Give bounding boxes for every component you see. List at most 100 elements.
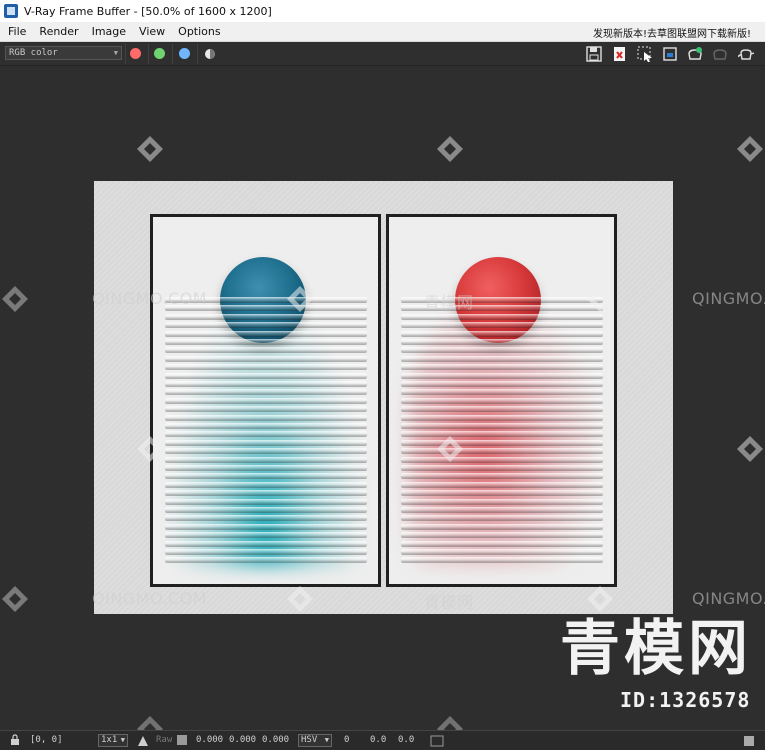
glass-slat — [165, 322, 367, 329]
glass-slat — [165, 381, 367, 387]
watermark-logo-icon — [135, 134, 165, 164]
glass-slat — [165, 507, 367, 513]
settings-icon[interactable] — [742, 734, 756, 748]
chevron-down-icon: ▼ — [324, 736, 329, 744]
glass-slat — [165, 532, 367, 539]
blue-value: 0.000 — [262, 735, 290, 745]
glass-slat — [401, 339, 603, 345]
glass-slat — [165, 330, 367, 337]
watermark-logo-icon — [435, 134, 465, 164]
glass-slat — [401, 347, 603, 354]
glass-slat — [165, 515, 367, 522]
clear-icon[interactable] — [611, 45, 629, 63]
glass-slat — [165, 431, 367, 438]
track-mouse-icon[interactable] — [661, 45, 679, 63]
raw-toggle-icon[interactable] — [136, 734, 150, 748]
watermark-logo-icon — [735, 434, 765, 464]
glass-slat — [401, 423, 603, 429]
right-painting — [386, 214, 617, 587]
color-mode-value: HSV — [301, 735, 318, 745]
save-icon[interactable] — [585, 45, 603, 63]
saturation-value: 0.0 — [370, 735, 387, 745]
glass-slat — [401, 397, 603, 404]
menu-options[interactable]: Options — [170, 25, 225, 38]
glass-slat — [401, 549, 603, 555]
watermark-text: QINGMO.COM — [92, 589, 208, 608]
glass-slat — [165, 355, 367, 362]
glass-slat — [165, 557, 367, 564]
channel-select[interactable]: RGB color ▼ — [5, 46, 122, 60]
glass-slat — [401, 406, 603, 413]
lock-icon[interactable] — [10, 734, 20, 746]
menu-view[interactable]: View — [131, 25, 170, 38]
histogram-icon[interactable] — [430, 734, 444, 748]
glass-slat — [165, 498, 367, 505]
watermark-logo-icon — [435, 434, 465, 464]
region-render-icon[interactable] — [636, 45, 654, 63]
menu-render[interactable]: Render — [31, 25, 83, 38]
glass-slat — [165, 540, 367, 547]
glass-slat — [165, 372, 367, 379]
glass-slat — [165, 313, 367, 320]
menu-file[interactable]: File — [0, 25, 31, 38]
watermark-logo-icon — [585, 284, 615, 314]
update-notice[interactable]: 发现新版本!去草图联盟网下载新版! — [593, 25, 751, 40]
blue-channel-toggle[interactable] — [179, 48, 190, 59]
teapot-icon[interactable] — [737, 45, 755, 63]
toolbar-divider — [125, 44, 126, 64]
red-value: 0.000 — [196, 735, 224, 745]
color-swatch — [177, 735, 187, 745]
chevron-down-icon: ▼ — [113, 49, 118, 57]
glass-slat — [165, 465, 367, 471]
toolbar: RGB color ▼ — [0, 42, 765, 66]
watermark-text-cn: 青模网 — [424, 593, 474, 612]
render-viewport[interactable]: QINGMO.COM 青模网 QINGMO.COM QINGMO.COM 青模网… — [0, 66, 765, 730]
value-value: 0.0 — [398, 735, 415, 745]
glass-slat — [401, 389, 603, 396]
watermark-text-cn: 青模网 — [424, 293, 474, 312]
color-mode-select[interactable]: HSV ▼ — [298, 734, 332, 747]
chevron-down-icon: ▼ — [120, 736, 125, 744]
mono-channel-icon[interactable] — [201, 45, 219, 63]
hue-value: 0 — [344, 735, 350, 745]
glass-slat — [165, 397, 367, 404]
glass-slat — [165, 456, 367, 463]
watermark-logo-icon — [135, 434, 165, 464]
pixel-coordinates: [0, 0] — [30, 735, 63, 745]
render-icon[interactable] — [686, 45, 704, 63]
glass-slat — [401, 456, 603, 463]
glass-slat — [401, 439, 603, 446]
glass-slat — [401, 481, 603, 488]
zoom-select[interactable]: 1x1 ▼ — [98, 734, 128, 747]
glass-slat — [401, 313, 603, 320]
watermark-logo-icon — [435, 714, 465, 730]
glass-slat — [401, 355, 603, 362]
glass-slat — [401, 381, 603, 387]
glass-slat — [165, 364, 367, 371]
glass-slat — [165, 423, 367, 429]
glass-slat — [401, 532, 603, 539]
red-channel-toggle[interactable] — [130, 48, 141, 59]
watermark-logo-icon — [735, 134, 765, 164]
watermark-text: QINGMO.COM — [692, 289, 765, 308]
menu-image[interactable]: Image — [84, 25, 131, 38]
glass-slat — [165, 490, 367, 497]
glass-slat — [401, 465, 603, 471]
glass-slat — [401, 448, 603, 455]
glass-slat — [401, 515, 603, 522]
glass-slat — [165, 347, 367, 354]
glass-slat — [401, 414, 603, 421]
glass-slat — [401, 507, 603, 513]
glass-slat — [165, 523, 367, 530]
watermark-text: QINGMO.COM — [92, 289, 208, 308]
watermark-big-text: 青模网 — [560, 614, 752, 684]
glass-slat — [165, 339, 367, 345]
green-channel-toggle[interactable] — [154, 48, 165, 59]
left-painting — [150, 214, 381, 587]
stop-render-icon[interactable] — [711, 45, 729, 63]
glass-slat — [401, 540, 603, 547]
menu-bar: File Render Image View Options 发现新版本!去草图… — [0, 22, 765, 42]
glass-slat — [165, 549, 367, 555]
rendered-image — [94, 181, 673, 614]
zoom-value: 1x1 — [101, 735, 118, 745]
